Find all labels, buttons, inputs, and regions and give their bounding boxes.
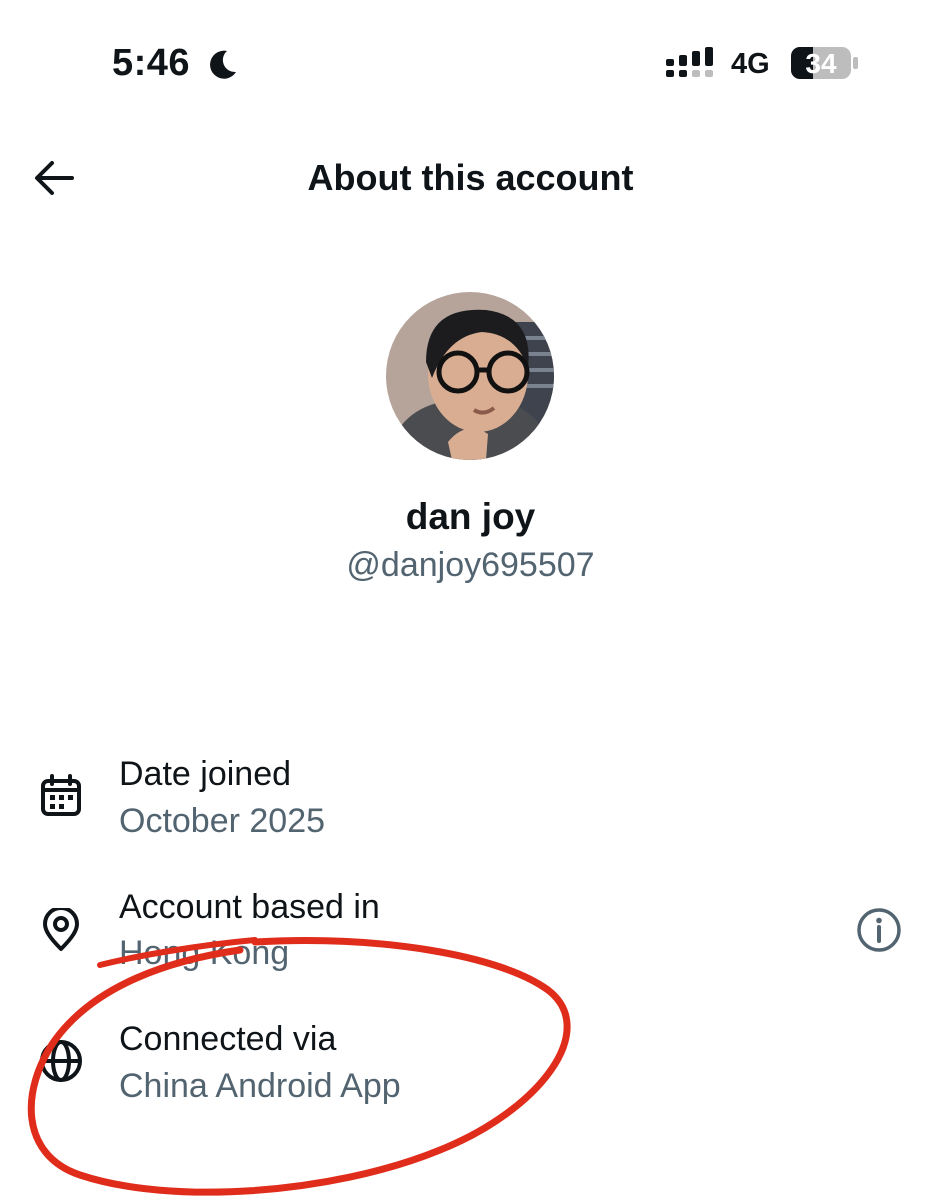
detail-value: October 2025	[119, 802, 326, 840]
globe-icon	[40, 1040, 82, 1082]
detail-row-account-based-in: Account based in Hong Kong	[0, 872, 941, 982]
profile-handle: @danjoy695507	[346, 546, 595, 584]
detail-value: China Android App	[119, 1067, 401, 1105]
calendar-icon	[41, 774, 81, 816]
status-time: 5:46	[112, 42, 191, 84]
network-type: 4G	[731, 48, 770, 80]
signal-icon	[666, 47, 713, 77]
detail-value: Hong Kong	[119, 934, 290, 972]
moon-icon	[210, 50, 236, 79]
detail-row-connected-via: Connected via China Android App	[0, 1005, 941, 1115]
profile-name: dan joy	[405, 496, 536, 537]
battery-level: 34	[805, 48, 837, 79]
page-title: About this account	[307, 157, 634, 198]
location-pin-icon	[43, 908, 79, 951]
detail-row-date-joined: Date joined October 2025	[0, 740, 941, 850]
detail-label: Date joined	[119, 755, 292, 793]
info-icon[interactable]	[856, 907, 902, 953]
battery-icon: 34	[790, 45, 860, 81]
avatar[interactable]	[386, 292, 554, 460]
detail-label: Connected via	[119, 1020, 337, 1058]
detail-label: Account based in	[119, 888, 380, 926]
